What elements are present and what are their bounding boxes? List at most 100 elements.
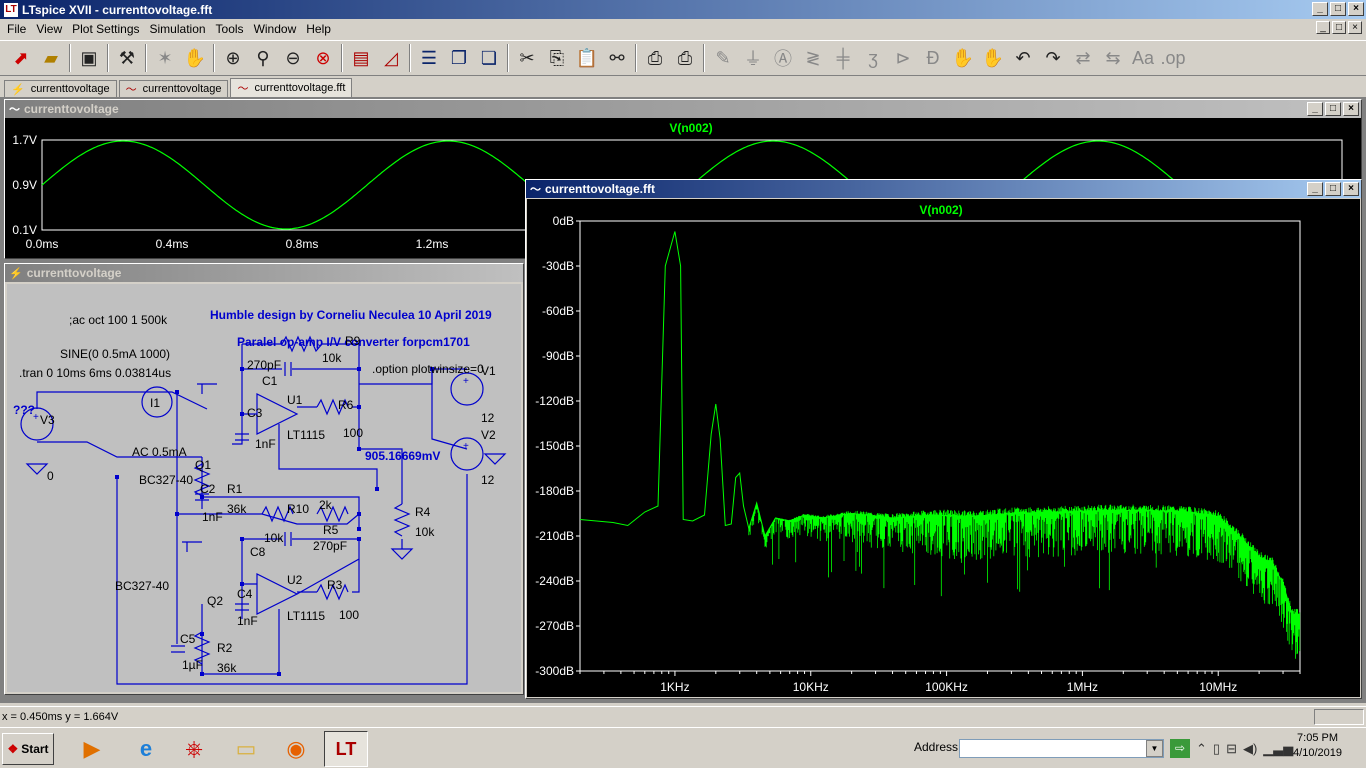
go-button[interactable]: ⇨ bbox=[1170, 739, 1190, 758]
control-panel-hammer-icon[interactable]: ⚒ bbox=[112, 43, 142, 73]
ltspice-taskbar-icon[interactable]: LT bbox=[324, 731, 368, 767]
fft-maximize-button[interactable]: □ bbox=[1325, 182, 1341, 196]
network-icon[interactable]: ⊟ bbox=[1226, 741, 1237, 757]
diode-icon[interactable]: ⊳ bbox=[888, 43, 918, 73]
move-hand-icon[interactable]: ✋ bbox=[948, 43, 978, 73]
mdi-close-button[interactable]: × bbox=[1348, 21, 1362, 34]
tile-vertical-icon[interactable]: ❏ bbox=[474, 43, 504, 73]
fft-y-tick-label: -210dB bbox=[535, 529, 574, 543]
run-icon[interactable]: ✶ bbox=[150, 43, 180, 73]
rotate-icon[interactable]: ⇄ bbox=[1068, 43, 1098, 73]
ltspice-app-icon[interactable]: LT bbox=[4, 2, 18, 17]
address-input[interactable] bbox=[959, 739, 1164, 758]
find-binoculars-icon[interactable]: ⚯ bbox=[602, 43, 632, 73]
pan-icon[interactable]: ⚲ bbox=[248, 43, 278, 73]
menu-view[interactable]: View bbox=[31, 22, 67, 36]
title-bar[interactable]: LT LTspice XVII - currenttovoltage.fft _… bbox=[0, 0, 1366, 19]
c2-label: C2 bbox=[200, 482, 216, 496]
schematic-window-title-bar[interactable]: ⚡ currenttovoltage bbox=[5, 264, 523, 282]
save-icon[interactable]: ▣ bbox=[74, 43, 104, 73]
internet-explorer-icon[interactable]: e bbox=[126, 731, 166, 767]
fft-icon[interactable]: ◿ bbox=[376, 43, 406, 73]
chevron-up-icon[interactable]: ⌃ bbox=[1196, 741, 1207, 757]
tab-schematic[interactable]: ⚡ currenttovoltage bbox=[4, 80, 117, 97]
zoom-fit-icon[interactable]: ⊗ bbox=[308, 43, 338, 73]
text-icon[interactable]: Aa bbox=[1128, 43, 1158, 73]
new-schematic-icon[interactable]: ⬈ bbox=[6, 43, 36, 73]
fft-plot[interactable]: V(n002) 0dB -30dB -60dB -90dB -120dB -150dB -1… bbox=[527, 199, 1360, 697]
fft-window-title-bar[interactable]: 〜 currenttovoltage.fft _ □ × bbox=[526, 180, 1361, 198]
schematic-canvas[interactable]: + + + ;ac oct 100 1 500k Humble design b… bbox=[7, 284, 521, 692]
mdi-minimize-button[interactable]: _ bbox=[1316, 21, 1330, 34]
open-folder-icon[interactable]: ▰ bbox=[36, 43, 66, 73]
sine-source-value[interactable]: SINE(0 0.5mA 1000) bbox=[60, 347, 170, 361]
capacitor-icon[interactable]: ╪ bbox=[828, 43, 858, 73]
label-net-icon[interactable]: Ⓐ bbox=[768, 43, 798, 73]
tile-horizontal-icon[interactable]: ☰ bbox=[414, 43, 444, 73]
draw-wire-icon[interactable]: ✎ bbox=[708, 43, 738, 73]
firefox-icon[interactable]: ◉ bbox=[276, 731, 316, 767]
fft-trace[interactable] bbox=[579, 231, 1293, 615]
zoom-in-icon[interactable]: ⊕ bbox=[218, 43, 248, 73]
fft-minimize-button[interactable]: _ bbox=[1307, 182, 1323, 196]
menu-window[interactable]: Window bbox=[249, 22, 302, 36]
waveform-close-button[interactable]: × bbox=[1343, 102, 1359, 116]
fft-close-button[interactable]: × bbox=[1343, 182, 1359, 196]
copy-icon[interactable]: ⎘ bbox=[542, 43, 572, 73]
waveform-minimize-button[interactable]: _ bbox=[1307, 102, 1323, 116]
paste-icon[interactable]: 📋 bbox=[572, 43, 602, 73]
halt-hand-icon[interactable]: ✋ bbox=[180, 43, 210, 73]
q2-label: Q2 bbox=[207, 594, 223, 608]
tab-fft[interactable]: 〜 currenttovoltage.fft bbox=[230, 78, 353, 97]
cascade-icon[interactable]: ❐ bbox=[444, 43, 474, 73]
mdi-restore-button[interactable]: □ bbox=[1332, 21, 1346, 34]
ground-icon[interactable]: ⏚ bbox=[738, 43, 768, 73]
inductor-icon[interactable]: ʒ bbox=[858, 43, 888, 73]
menu-help[interactable]: Help bbox=[301, 22, 336, 36]
signal-icon[interactable]: ▁▃▅ bbox=[1263, 741, 1293, 757]
menu-file[interactable]: File bbox=[2, 22, 31, 36]
option-directive[interactable]: .option plotwinsize=0 bbox=[372, 362, 484, 376]
usb-device-icon[interactable]: ▯ bbox=[1213, 741, 1220, 757]
resistor-icon[interactable]: ≷ bbox=[798, 43, 828, 73]
r4-symbol[interactable] bbox=[393, 503, 411, 537]
waveform-window-title-bar[interactable]: 〜 currenttovoltage _ □ × bbox=[5, 100, 1361, 118]
u2-label: U2 bbox=[287, 573, 303, 587]
ac-directive[interactable]: ;ac oct 100 1 500k bbox=[69, 313, 168, 327]
media-player-icon[interactable]: ▶ bbox=[72, 731, 112, 767]
drag-hand-icon[interactable]: ✋ bbox=[978, 43, 1008, 73]
zoom-out-icon[interactable]: ⊖ bbox=[278, 43, 308, 73]
undo-icon[interactable]: ↶ bbox=[1008, 43, 1038, 73]
fft-trace-label[interactable]: V(n002) bbox=[919, 203, 962, 217]
acrobat-reader-icon[interactable]: ⎈ bbox=[174, 731, 214, 767]
autorange-icon[interactable]: ▤ bbox=[346, 43, 376, 73]
start-button[interactable]: ❖ Start bbox=[2, 733, 54, 765]
spice-directive-icon[interactable]: .op bbox=[1158, 43, 1188, 73]
tab-waveform[interactable]: 〜 currenttovoltage bbox=[118, 80, 229, 97]
menu-plot-settings[interactable]: Plot Settings bbox=[67, 22, 144, 36]
tran-directive[interactable]: .tran 0 10ms 6ms 0.03814us bbox=[19, 366, 171, 380]
close-button[interactable]: × bbox=[1348, 2, 1364, 16]
mirror-icon[interactable]: ⇆ bbox=[1098, 43, 1128, 73]
maximize-button[interactable]: □ bbox=[1330, 2, 1346, 16]
clock[interactable]: 7:05 PM 4/10/2019 bbox=[1293, 731, 1342, 761]
credit-comment[interactable]: Humble design by Corneliu Neculea 10 Apr… bbox=[210, 308, 492, 322]
minimize-button[interactable]: _ bbox=[1312, 2, 1328, 16]
c5-symbol[interactable] bbox=[171, 645, 185, 653]
print-preview-icon[interactable]: ⎙ bbox=[640, 43, 670, 73]
c8-symbol[interactable] bbox=[284, 532, 292, 546]
c1-symbol[interactable] bbox=[284, 362, 292, 376]
waveform-trace-label[interactable]: V(n002) bbox=[669, 121, 712, 135]
menu-simulation[interactable]: Simulation bbox=[145, 22, 211, 36]
component-icon[interactable]: Ð bbox=[918, 43, 948, 73]
junction bbox=[240, 367, 244, 371]
cut-icon[interactable]: ✂ bbox=[512, 43, 542, 73]
junction bbox=[200, 672, 204, 676]
waveform-maximize-button[interactable]: □ bbox=[1325, 102, 1341, 116]
print-icon[interactable]: ⎙ bbox=[670, 43, 700, 73]
file-explorer-icon[interactable]: ▭ bbox=[226, 731, 266, 767]
volume-icon[interactable]: ◀) bbox=[1243, 741, 1257, 757]
menu-tools[interactable]: Tools bbox=[211, 22, 249, 36]
redo-icon[interactable]: ↷ bbox=[1038, 43, 1068, 73]
address-dropdown[interactable]: ▼ bbox=[1146, 740, 1163, 757]
